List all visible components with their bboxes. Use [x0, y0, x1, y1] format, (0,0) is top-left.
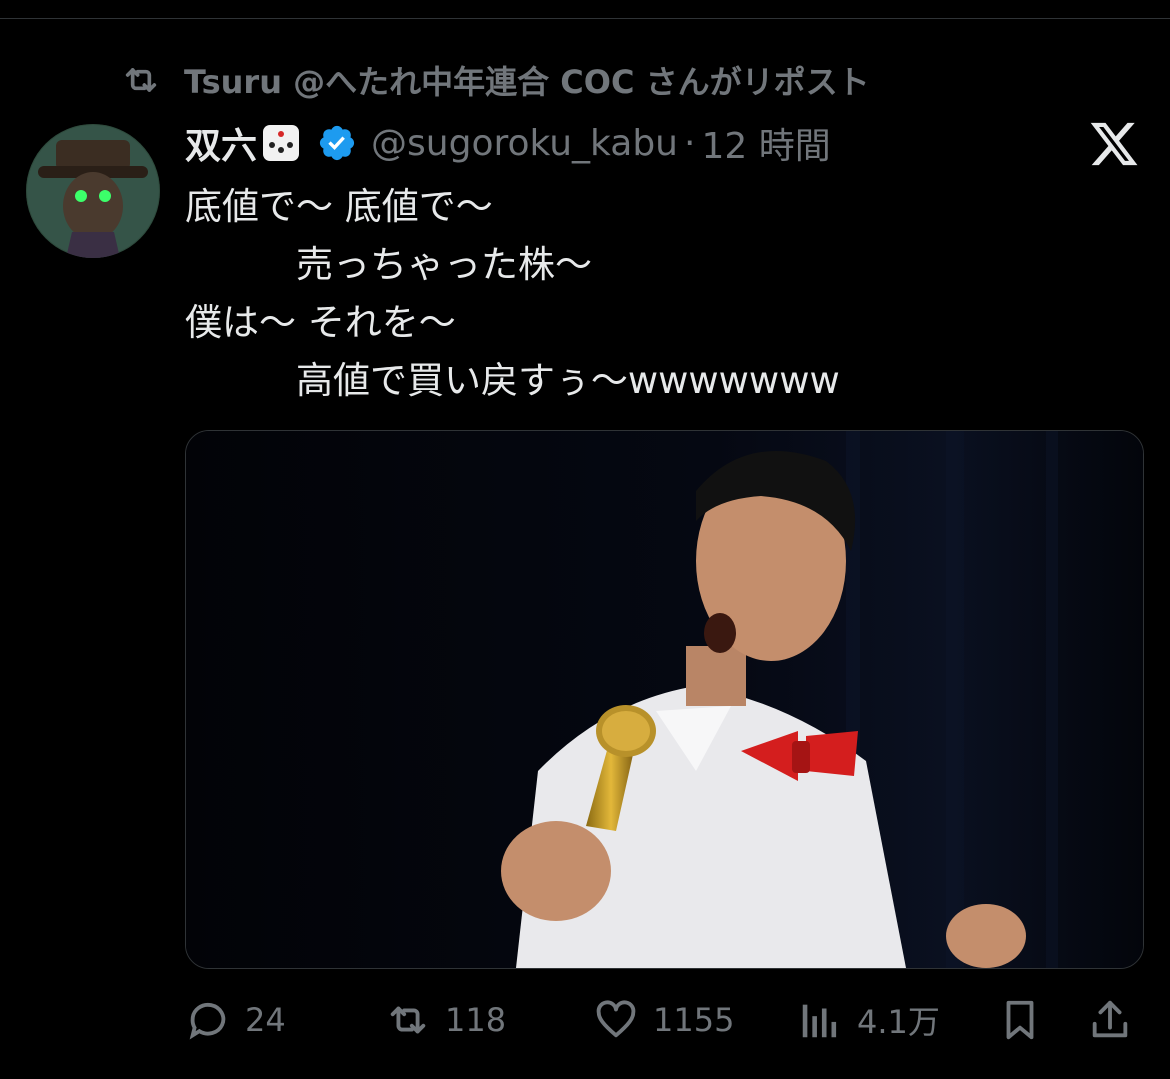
display-name[interactable]: 双六: [185, 117, 257, 169]
avatar[interactable]: [26, 124, 160, 258]
avatar-image: [26, 124, 160, 258]
tweet-text: 底値で〜 底値で〜 売っちゃった株〜 僕は〜 それを〜 高値で買い戻すぅ〜wwww…: [185, 178, 840, 410]
share-icon: [1092, 1000, 1128, 1038]
verified-badge-icon: [319, 125, 355, 161]
tweet-line: 売っちゃった株〜: [185, 243, 592, 286]
views-icon: [802, 1004, 837, 1038]
repost-header[interactable]: Tsuru @へたれ中年連合 COC さんがリポスト: [118, 58, 870, 102]
repost-button[interactable]: 118: [385, 990, 506, 1050]
reply-count: 24: [245, 1001, 286, 1039]
like-count: 1155: [653, 1001, 735, 1039]
bookmark-icon: [1006, 1000, 1034, 1040]
timestamp[interactable]: 12 時間: [701, 117, 830, 169]
dice-icon: [263, 125, 300, 161]
separator: ·: [684, 122, 696, 164]
handle[interactable]: @sugoroku_kabu: [371, 123, 678, 164]
repost-count: 118: [445, 1001, 507, 1039]
top-divider: [0, 18, 1170, 19]
repost-icon: [125, 68, 157, 92]
tweet-line: 僕は〜 それを〜: [185, 301, 456, 344]
reply-button[interactable]: 24: [185, 990, 286, 1050]
views-button[interactable]: 4.1万: [797, 990, 940, 1050]
views-count: 4.1万: [857, 1003, 940, 1041]
tweet-header: 双六 @sugoroku_kabu · 12 時間: [185, 118, 831, 168]
singer-photo: [186, 431, 1143, 968]
reply-icon: [189, 1002, 226, 1040]
x-logo-icon: [1090, 122, 1138, 166]
repost-icon: [390, 1006, 426, 1034]
action-bar: 24 118 1155 4.1万: [185, 990, 1145, 1050]
tweet-line: 高値で買い戻すぅ〜wwwwwww: [185, 359, 840, 402]
tweet-media-image[interactable]: [185, 430, 1144, 969]
like-button[interactable]: 1155: [593, 990, 734, 1050]
repost-header-text: Tsuru @へたれ中年連合 COC さんがリポスト: [184, 63, 870, 101]
like-icon: [596, 1000, 636, 1038]
tweet-line: 底値で〜 底値で〜: [185, 185, 493, 228]
bookmark-button[interactable]: [997, 990, 1043, 1050]
share-button[interactable]: [1087, 990, 1133, 1050]
